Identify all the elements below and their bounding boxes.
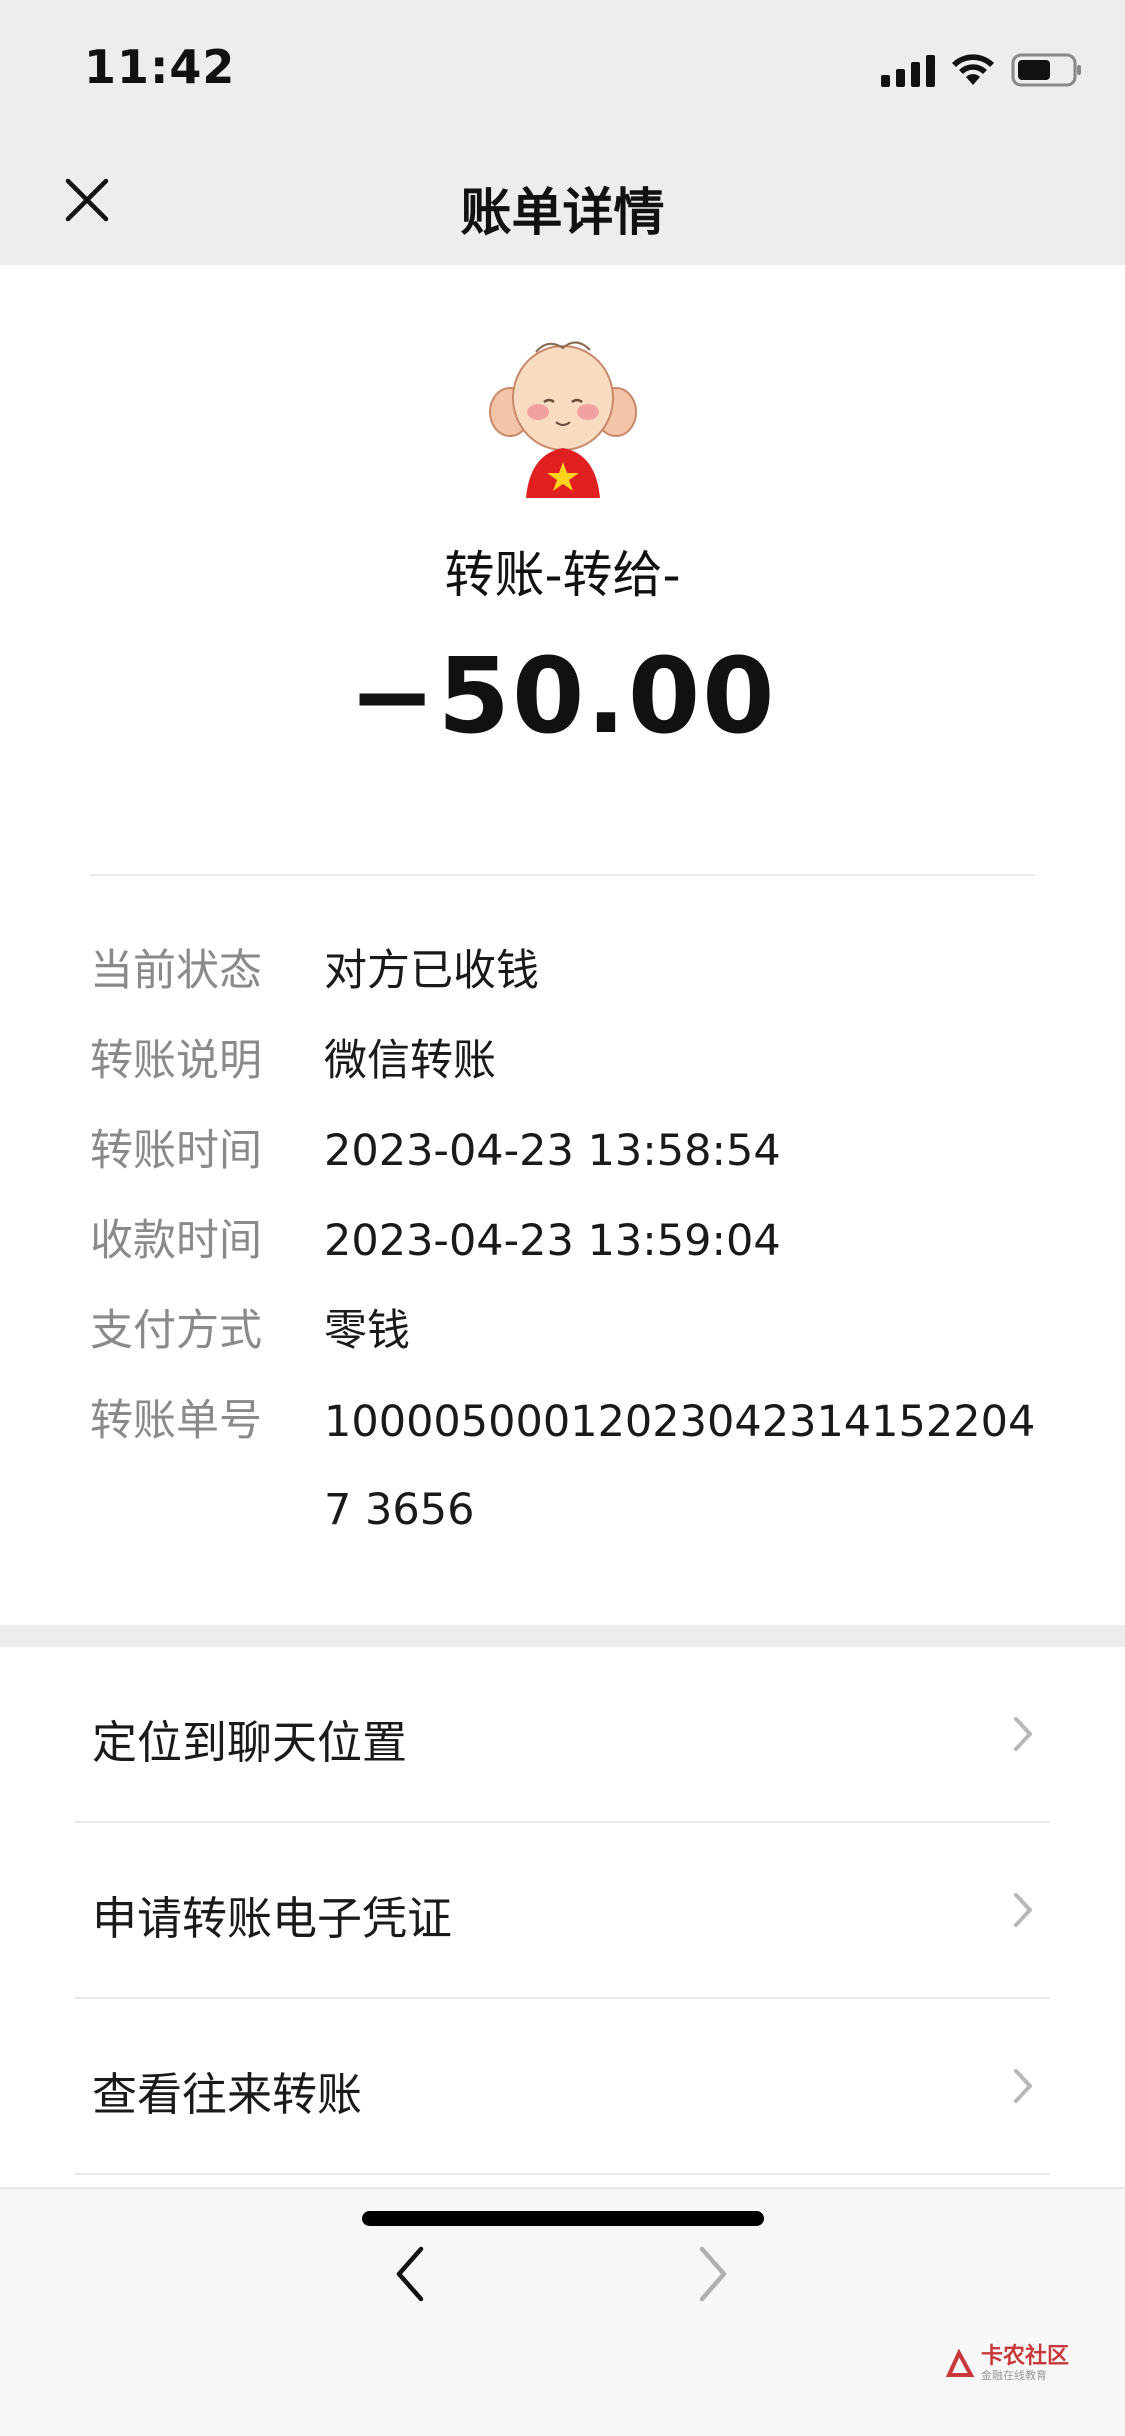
chevron-left-icon <box>396 2246 424 2302</box>
nav-bar: 账单详情 <box>0 135 1125 265</box>
back-button[interactable] <box>380 2234 440 2314</box>
info-value: 微信转账 <box>324 1036 496 1086</box>
locate-chat-button[interactable]: 定位到聊天位置 <box>0 1647 1125 1823</box>
info-label: 转账说明 <box>90 1036 262 1086</box>
page-title: 账单详情 <box>460 184 665 243</box>
action-label: 申请转账电子凭证 <box>92 1892 453 1945</box>
transfer-amount: −50.00 <box>348 635 777 757</box>
transfer-title: 转账-转给- <box>444 546 681 604</box>
transfer-number-row: 转账单号 100005000120230423141522047 3656 <box>90 1395 1050 1554</box>
status-time: 11:42 <box>84 40 236 94</box>
chevron-right-icon <box>699 2246 727 2302</box>
status-row: 当前状态 对方已收钱 <box>90 945 1050 998</box>
payment-method-row: 支付方式 零钱 <box>90 1305 1050 1358</box>
wifi-icon <box>952 54 994 85</box>
divider <box>75 2173 1050 2175</box>
info-value: 零钱 <box>324 1306 410 1356</box>
info-value: 2023-04-23 13:59:04 <box>324 1216 781 1266</box>
transfer-time-row: 转账时间 2023-04-23 13:58:54 <box>90 1125 1050 1178</box>
info-label: 支付方式 <box>90 1306 262 1356</box>
view-transfer-history-button[interactable]: 查看往来转账 <box>0 1999 1125 2175</box>
request-receipt-button[interactable]: 申请转账电子凭证 <box>0 1823 1125 1999</box>
chevron-right-icon <box>1014 2069 1032 2103</box>
watermark-main: 卡农社区 <box>981 2344 1070 2369</box>
chevron-right-icon <box>1014 1893 1032 1927</box>
battery-icon <box>1011 53 1081 87</box>
receive-time-row: 收款时间 2023-04-23 13:59:04 <box>90 1215 1050 1268</box>
home-indicator[interactable] <box>362 2211 764 2226</box>
action-label: 定位到聊天位置 <box>92 1716 408 1769</box>
info-value: 2023-04-23 13:58:54 <box>324 1126 781 1176</box>
info-label: 收款时间 <box>90 1216 262 1266</box>
action-list: 定位到聊天位置 申请转账电子凭证 查看往来转账 <box>0 1647 1125 2187</box>
info-value: 对方已收钱 <box>324 946 539 996</box>
watermark-sub: 金融在线教育 <box>981 2369 1047 2382</box>
note-row: 转账说明 微信转账 <box>90 1035 1050 1088</box>
info-label: 转账时间 <box>90 1126 262 1176</box>
avatar[interactable] <box>478 330 648 500</box>
forward-button[interactable] <box>683 2234 743 2314</box>
transfer-number-value: 100005000120230423141522047 3656 <box>324 1397 1036 1535</box>
info-label: 当前状态 <box>90 946 262 996</box>
cellular-signal-icon <box>881 53 935 87</box>
watermark-logo-icon <box>945 2349 975 2377</box>
info-label: 转账单号 <box>90 1396 262 1446</box>
action-label: 查看往来转账 <box>92 2068 363 2121</box>
detail-info-list: 当前状态 对方已收钱 转账说明 微信转账 转账时间 2023-04-23 13:… <box>90 945 1050 1591</box>
divider <box>90 874 1035 876</box>
bill-detail-card: 转账-转给- −50.00 当前状态 对方已收钱 转账说明 微信转账 转账时间 … <box>0 265 1125 1625</box>
chevron-right-icon <box>1014 1717 1032 1751</box>
watermark: 卡农社区 金融在线教育 <box>945 2345 1069 2383</box>
status-icons <box>881 48 1083 92</box>
status-bar: 11:42 <box>0 0 1125 135</box>
